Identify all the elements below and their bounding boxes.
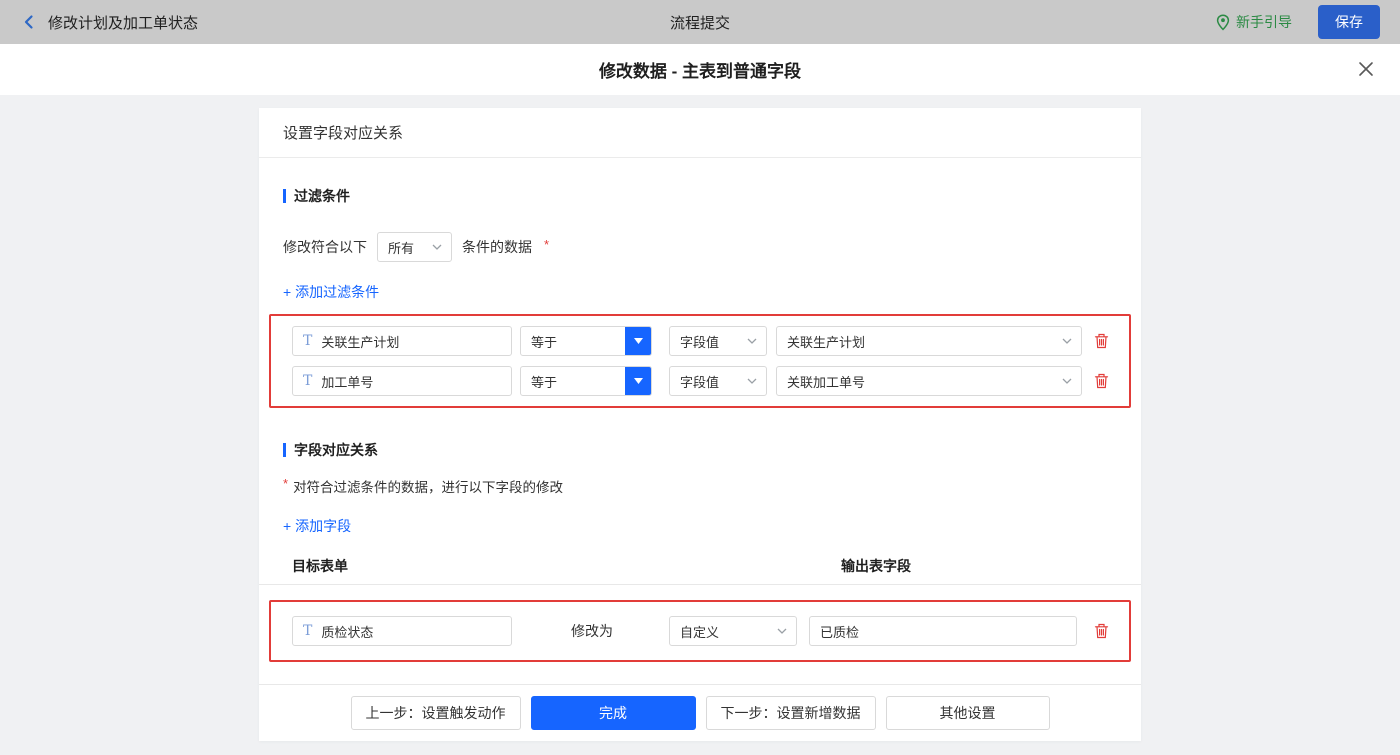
output-type-select[interactable]: 自定义	[669, 616, 797, 646]
mapping-table-headers: 目标表单 输出表字段	[283, 556, 1117, 574]
topbar-right: 新手引导 保存	[1216, 5, 1380, 39]
filter-row: T 加工单号 等于 字段值 关联加工单号	[292, 366, 1109, 396]
dialog-body: 设置字段对应关系 过滤条件 修改符合以下 所有 条件的数据 * + 添加过滤条件…	[0, 95, 1400, 755]
card-body: 过滤条件 修改符合以下 所有 条件的数据 * + 添加过滤条件 T 关联生产计划…	[259, 158, 1141, 684]
dialog-title: 修改数据 - 主表到普通字段	[598, 62, 802, 81]
guide-pin-icon	[1216, 13, 1230, 31]
divider	[259, 584, 1141, 585]
close-icon[interactable]	[1358, 61, 1374, 77]
section-bar	[283, 443, 286, 457]
filter-field-value: 关联生产计划	[321, 334, 400, 350]
text-field-icon: T	[303, 373, 313, 389]
filter-section-title: 过滤条件	[283, 186, 1117, 206]
delete-row-trash-icon[interactable]	[1094, 373, 1109, 389]
filter-config-row: 修改符合以下 所有 条件的数据 *	[283, 232, 1117, 262]
delete-row-trash-icon[interactable]	[1094, 623, 1109, 639]
modify-to-label: 修改为	[571, 623, 613, 639]
add-field-link[interactable]: + 添加字段	[283, 516, 351, 536]
filter-suffix-label: 条件的数据	[462, 239, 532, 255]
back-icon[interactable]	[20, 13, 38, 31]
add-filter-condition-link[interactable]: + 添加过滤条件	[283, 282, 379, 302]
compare-value-select[interactable]: 关联加工单号	[776, 366, 1082, 396]
chevron-down-icon	[1062, 378, 1072, 384]
filter-field-value: 加工单号	[321, 374, 374, 390]
operator-select[interactable]: 等于	[520, 326, 652, 356]
target-field-select[interactable]: T 质检状态	[292, 616, 512, 646]
chevron-down-icon	[747, 338, 757, 344]
mapping-section-title: 字段对应关系	[283, 440, 1117, 460]
dialog-header: 修改数据 - 主表到普通字段	[0, 44, 1400, 95]
section-bar	[283, 189, 286, 203]
operator-dropdown-button[interactable]	[625, 327, 651, 355]
topbar-left: 修改计划及加工单状态	[20, 12, 198, 33]
text-field-icon: T	[303, 623, 313, 639]
text-field-icon: T	[303, 333, 313, 349]
save-button[interactable]: 保存	[1318, 5, 1380, 39]
done-button[interactable]: 完成	[530, 696, 696, 730]
compare-value-select[interactable]: 关联生产计划	[776, 326, 1082, 356]
value-type-select[interactable]: 字段值	[669, 366, 767, 396]
filter-row: T 关联生产计划 等于 字段值 关联生产计划	[292, 326, 1109, 356]
topbar-center-title: 流程提交	[669, 14, 730, 32]
prev-step-button[interactable]: 上一步：设置触发动作	[350, 696, 521, 730]
output-type-value: 自定义	[680, 624, 720, 640]
value-type-select[interactable]: 字段值	[669, 326, 767, 356]
chevron-down-icon	[747, 378, 757, 384]
operator-value: 等于	[531, 374, 558, 390]
beginner-guide-link[interactable]: 新手引导	[1216, 12, 1292, 32]
condition-mode-value: 所有	[388, 240, 415, 256]
highlight-box-mapping: T 质检状态 修改为 自定义	[269, 600, 1131, 662]
required-mark: *	[544, 236, 550, 252]
card-header-title: 设置字段对应关系	[283, 125, 404, 142]
target-field-value: 质检状态	[321, 624, 374, 640]
chevron-down-icon	[1062, 338, 1072, 344]
mapping-section: 字段对应关系 * 对符合过滤条件的数据，进行以下字段的修改 + 添加字段 目标表…	[259, 440, 1141, 662]
other-settings-button[interactable]: 其他设置	[885, 696, 1050, 730]
operator-value: 等于	[531, 334, 558, 350]
page-title: 修改计划及加工单状态	[48, 14, 199, 32]
mapping-row: T 质检状态 修改为 自定义	[292, 616, 1109, 646]
output-value-input[interactable]	[809, 616, 1077, 646]
filter-prefix-label: 修改符合以下	[283, 239, 367, 255]
condition-mode-select[interactable]: 所有	[377, 232, 452, 262]
card-footer: 上一步：设置触发动作 完成 下一步：设置新增数据 其他设置	[259, 684, 1141, 741]
card-header: 设置字段对应关系	[259, 108, 1141, 158]
operator-select[interactable]: 等于	[520, 366, 652, 396]
filter-section: 过滤条件 修改符合以下 所有 条件的数据 * + 添加过滤条件 T 关联生产计划…	[269, 186, 1131, 408]
highlight-box-filters: T 关联生产计划 等于 字段值 关联生产计划 T 加工单号 等于 字段值 关联加…	[269, 314, 1131, 408]
value-type-value: 字段值	[680, 374, 720, 390]
column-header-target: 目标表单	[292, 558, 348, 574]
mapping-description: * 对符合过滤条件的数据，进行以下字段的修改	[283, 475, 564, 496]
operator-dropdown-button[interactable]	[625, 367, 651, 395]
required-mark: *	[283, 475, 289, 491]
compare-value: 关联加工单号	[787, 374, 866, 390]
next-step-button[interactable]: 下一步：设置新增数据	[705, 696, 876, 730]
settings-card: 设置字段对应关系 过滤条件 修改符合以下 所有 条件的数据 * + 添加过滤条件…	[259, 108, 1141, 741]
delete-row-trash-icon[interactable]	[1094, 333, 1109, 349]
value-type-value: 字段值	[680, 334, 720, 350]
column-header-output: 输出表字段	[841, 558, 911, 574]
topbar: 修改计划及加工单状态 流程提交 新手引导 保存	[0, 0, 1400, 44]
compare-value: 关联生产计划	[787, 334, 866, 350]
chevron-down-icon	[777, 628, 787, 634]
filter-field-select[interactable]: T 关联生产计划	[292, 326, 512, 356]
filter-field-select[interactable]: T 加工单号	[292, 366, 512, 396]
chevron-down-icon	[432, 244, 442, 250]
guide-label: 新手引导	[1236, 14, 1292, 30]
